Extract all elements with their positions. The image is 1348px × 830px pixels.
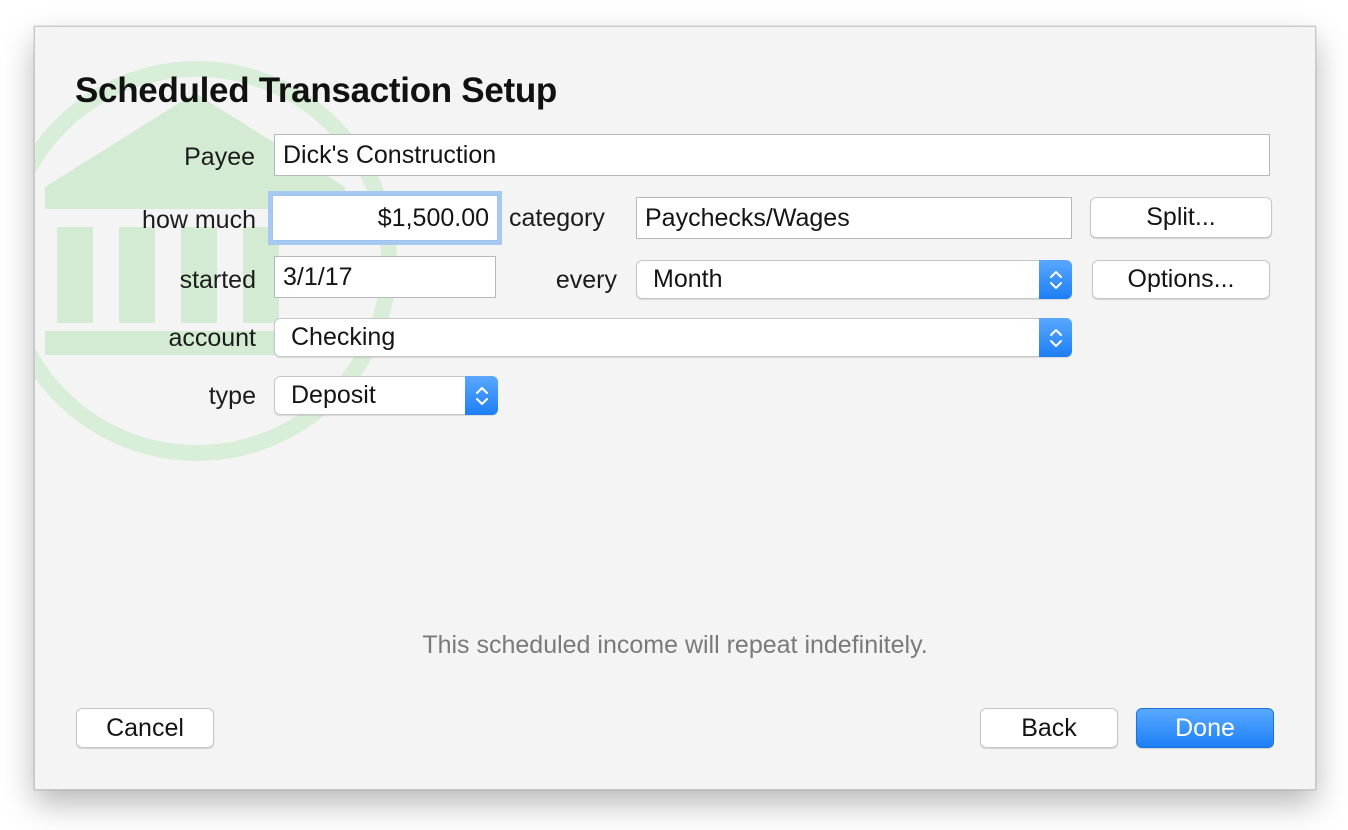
- account-popup[interactable]: Checking: [274, 318, 1072, 357]
- repeat-note: This scheduled income will repeat indefi…: [422, 631, 928, 659]
- every-popup[interactable]: Month: [636, 260, 1072, 299]
- dialog-title: Scheduled Transaction Setup: [75, 71, 558, 110]
- every-stepper[interactable]: [1039, 260, 1072, 299]
- split-button[interactable]: Split...: [1090, 197, 1272, 238]
- category-field[interactable]: Paychecks/Wages: [636, 197, 1072, 239]
- payee-field[interactable]: Dick's Construction: [274, 134, 1270, 176]
- type-selected: Deposit: [291, 381, 376, 409]
- cancel-button[interactable]: Cancel: [76, 708, 214, 748]
- up-down-chevron-icon: [475, 386, 488, 405]
- type-label: type: [208, 382, 256, 410]
- options-button[interactable]: Options...: [1092, 260, 1270, 299]
- category-label: category: [509, 204, 605, 232]
- type-popup[interactable]: Deposit: [274, 376, 498, 415]
- type-stepper[interactable]: [465, 376, 498, 415]
- done-button[interactable]: Done: [1136, 708, 1274, 748]
- account-label: account: [168, 324, 256, 352]
- started-label: started: [179, 266, 256, 294]
- started-value: 3/1/17: [283, 262, 353, 291]
- payee-label: Payee: [184, 143, 255, 171]
- account-selected: Checking: [291, 323, 396, 351]
- category-value: Paychecks/Wages: [645, 203, 850, 232]
- scheduled-transaction-dialog: Scheduled Transaction Setup Payee Dick's…: [34, 26, 1316, 790]
- amount-value: $1,500.00: [377, 203, 489, 232]
- started-date-field[interactable]: 3/1/17: [274, 256, 496, 298]
- account-stepper[interactable]: [1039, 318, 1072, 357]
- every-label: every: [555, 266, 617, 294]
- up-down-chevron-icon: [1049, 328, 1062, 347]
- back-button[interactable]: Back: [980, 708, 1118, 748]
- amount-label: how much: [142, 206, 256, 234]
- amount-field[interactable]: $1,500.00: [272, 195, 498, 241]
- every-selected: Month: [653, 265, 723, 293]
- up-down-chevron-icon: [1049, 270, 1062, 289]
- payee-value: Dick's Construction: [283, 140, 497, 169]
